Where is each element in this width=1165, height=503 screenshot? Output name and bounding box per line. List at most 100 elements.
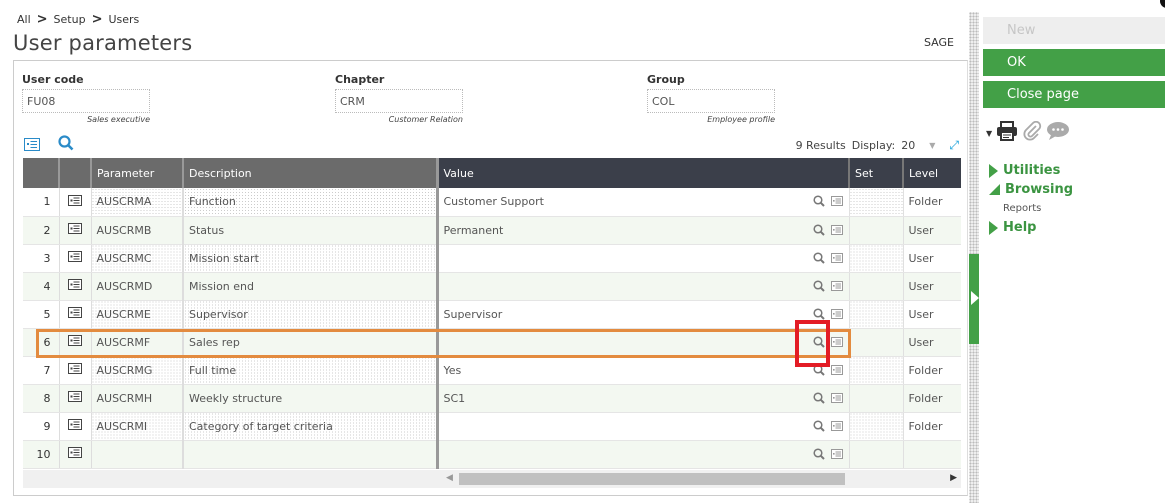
menu-help-label: Help: [1003, 220, 1037, 235]
menu-utilities[interactable]: Utilities: [989, 161, 1165, 180]
description-cell: Status: [183, 216, 439, 245]
set-cell: [849, 244, 904, 273]
scrollbar-thumb[interactable]: [459, 473, 845, 485]
lookup-search-icon[interactable]: [812, 251, 825, 267]
list-view-icon[interactable]: [24, 136, 40, 155]
table-row[interactable]: 2 AUSCRMB Status Permanent User: [23, 216, 961, 245]
table-row[interactable]: 8 AUSCRMH Weekly structure SC1 Folder: [23, 384, 961, 413]
value-cell[interactable]: [437, 244, 850, 273]
breadcrumb-all[interactable]: All: [17, 13, 31, 26]
splitter-toggle[interactable]: [969, 254, 979, 344]
table-row[interactable]: 1 AUSCRMA Function Customer Support Folder: [23, 188, 961, 217]
table-row[interactable]: 10: [23, 440, 961, 469]
set-cell: [849, 300, 904, 329]
row-detail-icon[interactable]: [59, 356, 92, 385]
new-button[interactable]: New: [983, 17, 1165, 44]
value-text[interactable]: Supervisor: [444, 308, 503, 321]
column-header-parameter[interactable]: Parameter: [91, 158, 184, 188]
row-detail-icon[interactable]: [59, 216, 92, 245]
table-row[interactable]: 3 AUSCRMC Mission start User: [23, 244, 961, 273]
table-row[interactable]: 4 AUSCRMD Mission end User: [23, 272, 961, 301]
chevron-down-icon[interactable]: ▼: [986, 129, 992, 138]
menu-reports[interactable]: Reports: [989, 199, 1165, 218]
menu-browsing-label: Browsing: [1005, 182, 1074, 197]
value-detail-icon[interactable]: [830, 308, 843, 322]
parameter-cell: AUSCRME: [91, 300, 184, 329]
value-detail-icon[interactable]: [830, 420, 843, 434]
value-text[interactable]: SC1: [444, 392, 466, 405]
close-page-button[interactable]: Close page: [983, 81, 1165, 108]
value-detail-icon[interactable]: [830, 364, 843, 378]
chapter-input[interactable]: CRM: [335, 89, 463, 113]
description-cell: Mission end: [183, 272, 439, 301]
set-cell: [849, 272, 904, 301]
column-header-action: [59, 158, 92, 188]
value-text[interactable]: Customer Support: [444, 195, 544, 208]
ok-button[interactable]: OK: [983, 49, 1165, 76]
value-cell[interactable]: [437, 412, 850, 441]
level-cell: User: [903, 328, 961, 357]
horizontal-scrollbar[interactable]: ◀ ▶: [444, 470, 961, 488]
column-header-set[interactable]: Set: [849, 158, 904, 188]
row-detail-icon[interactable]: [59, 440, 92, 469]
display-count-select[interactable]: 20: [901, 139, 915, 152]
menu-browsing[interactable]: Browsing: [989, 180, 1165, 199]
value-text[interactable]: Yes: [444, 364, 462, 377]
lookup-search-icon[interactable]: [812, 391, 825, 407]
user-code-input[interactable]: FU08: [22, 89, 150, 113]
level-cell: User: [903, 244, 961, 273]
scroll-right-icon[interactable]: ▶: [950, 473, 957, 483]
parameter-cell: AUSCRMG: [91, 356, 184, 385]
row-detail-icon[interactable]: [59, 188, 92, 217]
row-detail-icon[interactable]: [59, 412, 92, 441]
lookup-search-icon[interactable]: [812, 279, 825, 295]
level-cell: Folder: [903, 384, 961, 413]
attachment-icon[interactable]: [1022, 120, 1042, 145]
lookup-search-icon[interactable]: [812, 223, 825, 239]
value-detail-icon[interactable]: [830, 252, 843, 266]
value-detail-icon[interactable]: [830, 224, 843, 238]
lookup-search-icon[interactable]: [812, 419, 825, 435]
row-detail-icon[interactable]: [59, 272, 92, 301]
print-icon[interactable]: [996, 121, 1018, 145]
breadcrumb-users[interactable]: Users: [108, 13, 139, 26]
value-detail-icon[interactable]: [830, 448, 843, 462]
row-detail-icon[interactable]: [59, 300, 92, 329]
lookup-search-icon[interactable]: [812, 195, 825, 210]
value-text[interactable]: Permanent: [444, 224, 504, 237]
row-detail-icon[interactable]: [59, 244, 92, 273]
value-cell[interactable]: [437, 440, 850, 469]
column-header-description[interactable]: Description: [183, 158, 439, 188]
action-icons: ▼: [983, 120, 1165, 145]
value-cell[interactable]: Customer Support: [437, 188, 850, 217]
set-cell: [849, 356, 904, 385]
value-cell[interactable]: Supervisor: [437, 300, 850, 329]
expand-icon[interactable]: ⤢: [949, 138, 959, 153]
value-detail-icon[interactable]: [830, 392, 843, 406]
value-cell[interactable]: Permanent: [437, 216, 850, 245]
value-cell[interactable]: SC1: [437, 384, 850, 413]
value-detail-icon[interactable]: [830, 196, 843, 209]
menu-help[interactable]: Help: [989, 218, 1165, 237]
row-detail-icon[interactable]: [59, 384, 92, 413]
row-number: 1: [23, 188, 60, 217]
comment-icon[interactable]: [1046, 121, 1070, 145]
row-number: 7: [23, 356, 60, 385]
value-detail-icon[interactable]: [830, 280, 843, 294]
table-row[interactable]: 9 AUSCRMI Category of target criteria Folde…: [23, 412, 961, 441]
column-header-level[interactable]: Level: [903, 158, 961, 188]
search-icon[interactable]: [58, 135, 74, 155]
scroll-left-icon[interactable]: ◀: [446, 473, 453, 483]
breadcrumb: All > Setup > Users: [17, 12, 139, 27]
value-cell[interactable]: [437, 272, 850, 301]
group-input[interactable]: COL: [647, 89, 775, 113]
value-cell[interactable]: Yes: [437, 356, 850, 385]
chevron-down-icon[interactable]: ▼: [929, 141, 935, 150]
set-cell: [849, 440, 904, 469]
group-hint: Employee profile: [707, 115, 775, 124]
lookup-search-icon[interactable]: [812, 447, 825, 463]
company-label: SAGE: [924, 36, 954, 49]
column-header-value[interactable]: Value: [437, 158, 850, 188]
grid-toolbar: [24, 135, 74, 155]
breadcrumb-setup[interactable]: Setup: [54, 13, 86, 26]
